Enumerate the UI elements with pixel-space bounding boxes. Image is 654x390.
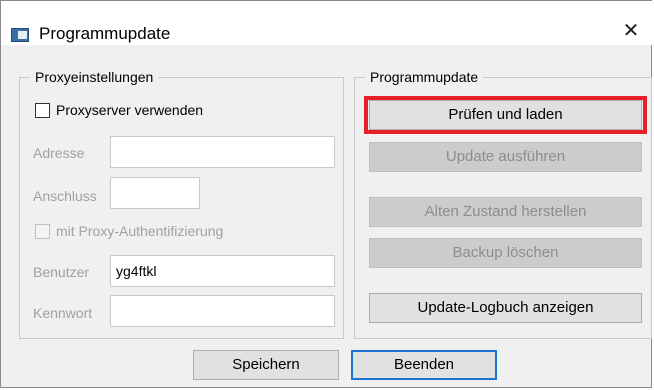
port-label: Anschluss — [33, 188, 97, 204]
restore-button[interactable]: Alten Zustand herstellen — [369, 197, 642, 227]
close-icon[interactable]: ✕ — [609, 15, 653, 45]
password-field[interactable] — [110, 295, 335, 327]
save-button[interactable]: Speichern — [193, 350, 339, 380]
show-log-button[interactable]: Update-Logbuch anzeigen — [369, 293, 642, 323]
user-field[interactable]: yg4ftkl — [110, 255, 335, 287]
address-field[interactable] — [110, 136, 335, 168]
window-title: Programmupdate — [39, 24, 171, 43]
user-label: Benutzer — [33, 264, 90, 280]
proxy-settings-legend: Proxyeinstellungen — [30, 68, 159, 86]
title-bar: Programmupdate ✕ — [1, 1, 653, 45]
use-proxy-label[interactable]: Proxyserver verwenden — [56, 101, 203, 119]
window-app-icon — [11, 28, 29, 42]
address-label: Adresse — [33, 145, 85, 161]
delete-backup-button[interactable]: Backup löschen — [369, 238, 642, 268]
exit-button[interactable]: Beenden — [351, 350, 497, 380]
programmupdate-dialog: Programmupdate ✕ Proxyeinstellungen Prox… — [0, 0, 653, 388]
update-legend: Programmupdate — [365, 68, 484, 86]
proxy-auth-label[interactable]: mit Proxy-Authentifizierung — [56, 222, 223, 240]
run-update-button[interactable]: Update ausführen — [369, 142, 642, 172]
password-label: Kennwort — [33, 305, 93, 321]
check-and-load-highlight — [364, 96, 647, 134]
use-proxy-checkbox[interactable] — [35, 103, 50, 118]
port-field[interactable] — [110, 177, 200, 209]
proxy-auth-checkbox[interactable] — [35, 224, 50, 239]
